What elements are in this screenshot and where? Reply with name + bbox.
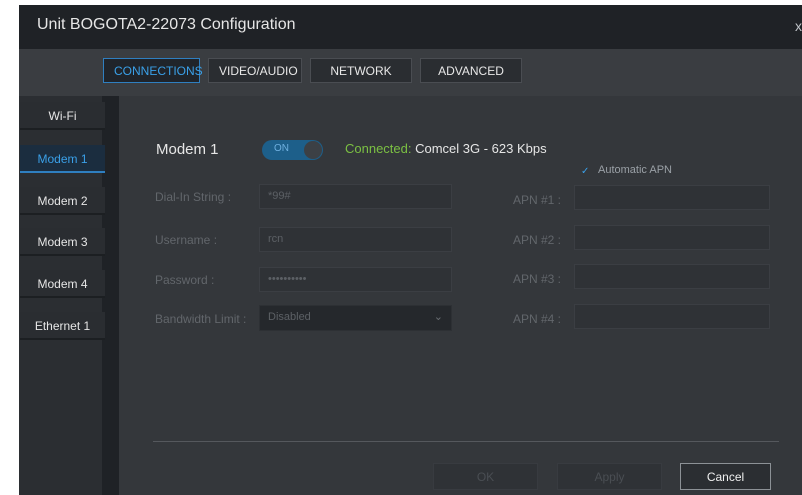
ok-button[interactable]: OK xyxy=(433,463,538,490)
sidebar-item-wifi[interactable]: Wi-Fi xyxy=(20,102,105,130)
tab-network[interactable]: NETWORK xyxy=(310,58,412,83)
close-icon[interactable]: x xyxy=(795,18,802,34)
automatic-apn-checkbox[interactable]: ✓ Automatic APN xyxy=(581,164,672,177)
cancel-button[interactable]: Cancel xyxy=(680,463,771,490)
toggle-label: ON xyxy=(274,143,289,154)
footer-divider xyxy=(153,441,779,442)
apn-4-label: APN #4 : xyxy=(512,312,561,326)
sidebar-item-modem-1[interactable]: Modem 1 xyxy=(20,145,105,173)
sidebar-item-modem-4[interactable]: Modem 4 xyxy=(20,270,105,298)
window-title: Unit BOGOTA2-22073 Configuration xyxy=(37,16,296,33)
apn-1-input[interactable] xyxy=(574,185,770,210)
password-label: Password : xyxy=(155,273,215,287)
username-input[interactable]: rcn xyxy=(259,227,452,252)
password-input[interactable]: •••••••••• xyxy=(259,267,452,292)
apn-4-input[interactable] xyxy=(574,304,770,329)
sidebar-item-modem-3[interactable]: Modem 3 xyxy=(20,228,105,256)
dial-in-label: Dial-In String : xyxy=(155,190,232,204)
tab-bar: CONNECTIONS VIDEO/AUDIO NETWORK ADVANCED xyxy=(103,58,522,85)
bandwidth-limit-select[interactable]: Disabled ⌄ xyxy=(259,305,452,331)
status-detail: Comcel 3G - 623 Kbps xyxy=(411,141,547,156)
connection-status: Connected: Comcel 3G - 623 Kbps xyxy=(345,141,547,156)
apn-3-label: APN #3 : xyxy=(512,272,561,286)
tab-video-audio[interactable]: VIDEO/AUDIO xyxy=(208,58,302,83)
dial-in-input[interactable]: *99# xyxy=(259,184,452,209)
modem-toggle[interactable]: ON xyxy=(262,140,323,160)
title-bar: Unit BOGOTA2-22073 Configuration x xyxy=(19,5,802,49)
toggle-knob xyxy=(304,141,322,159)
check-icon: ✓ xyxy=(581,166,590,177)
apn-2-label: APN #2 : xyxy=(512,233,561,247)
automatic-apn-label: Automatic APN xyxy=(598,164,672,176)
tab-advanced[interactable]: ADVANCED xyxy=(420,58,522,83)
bandwidth-limit-label: Bandwidth Limit : xyxy=(155,312,247,326)
bandwidth-limit-value: Disabled xyxy=(268,311,311,323)
username-label: Username : xyxy=(155,233,218,247)
apn-1-label: APN #1 : xyxy=(512,193,561,207)
apn-3-input[interactable] xyxy=(574,264,770,289)
modem-title: Modem 1 xyxy=(156,141,219,158)
apply-button[interactable]: Apply xyxy=(557,463,662,490)
chevron-down-icon: ⌄ xyxy=(433,311,443,323)
sidebar-item-ethernet-1[interactable]: Ethernet 1 xyxy=(20,312,105,340)
apn-2-input[interactable] xyxy=(574,225,770,250)
status-connected: Connected: xyxy=(345,141,412,156)
tab-connections[interactable]: CONNECTIONS xyxy=(103,58,203,83)
sidebar-item-modem-2[interactable]: Modem 2 xyxy=(20,187,105,215)
